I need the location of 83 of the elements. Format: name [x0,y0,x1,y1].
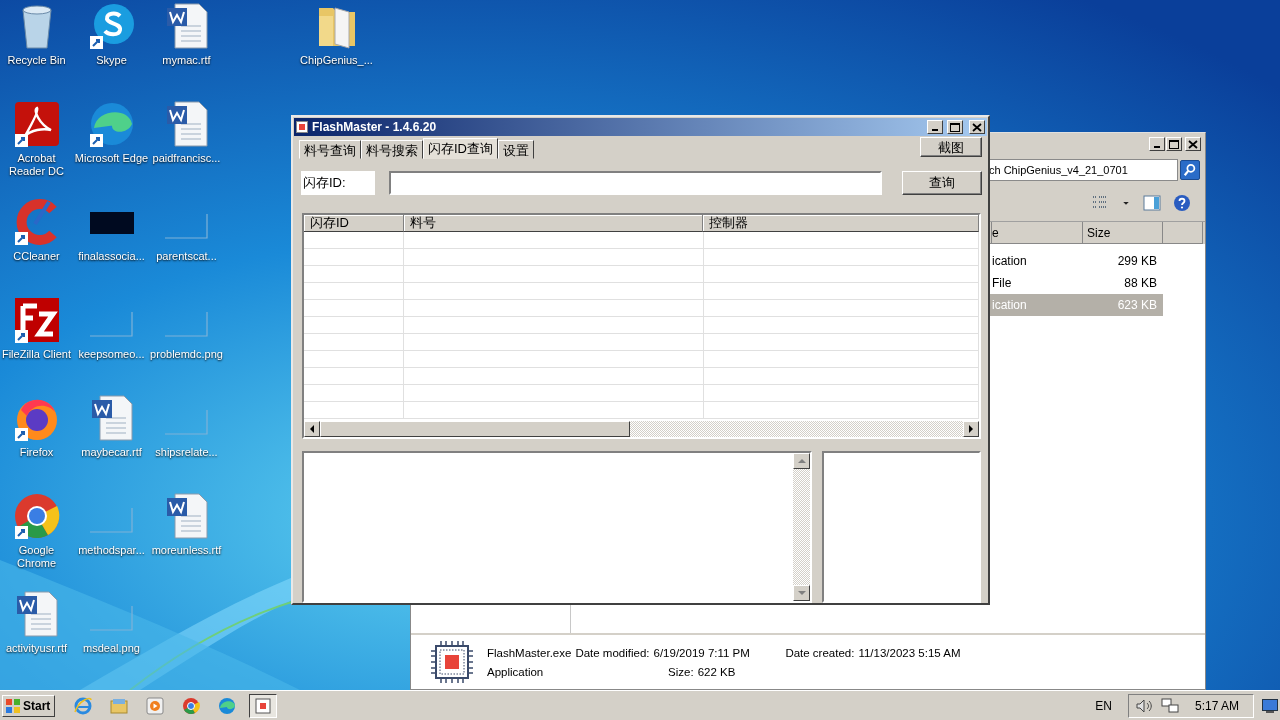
icon-label[interactable]: CCleaner [13,250,60,263]
help-icon[interactable] [1173,194,1191,212]
icon-label[interactable]: mymac.rtf [162,54,211,67]
column-header[interactable]: 控制器 [702,215,979,232]
horizontal-scrollbar[interactable] [304,421,979,437]
icon-label[interactable]: Microsoft Edge [74,152,149,165]
detail-value: 6/19/2019 7:11 PM [653,646,750,659]
detail-value: 11/13/2023 5:15 AM [858,646,961,659]
close-button[interactable] [969,120,985,134]
icon-label[interactable]: FileZilla Client [1,348,72,361]
skype-icon [87,2,136,50]
media-player-icon [145,695,166,716]
icon-label[interactable]: Skype [96,54,127,67]
column-header[interactable]: 料号 [403,215,703,232]
file-type: File [992,276,1013,290]
minimize-icon [1154,145,1160,148]
edge-icon [217,695,238,716]
minimize-button[interactable] [927,120,943,134]
icon-label[interactable]: paidfrancisc... [152,152,221,165]
search-field[interactable]: ch ChipGenius_v4_21_0701 [988,159,1178,181]
up-arrow-icon[interactable] [797,457,806,465]
tab[interactable]: 料号查询 [299,140,361,159]
tab[interactable]: 设置 [498,140,534,159]
id-input-field[interactable] [389,171,882,195]
close-icon [972,122,982,132]
close-icon [1188,139,1198,149]
file-type: Application [487,665,545,678]
icon-label[interactable]: keepsomeo... [78,348,145,361]
icon-label[interactable]: ChipGenius_... [300,54,373,67]
detail-label: Size: [668,665,694,678]
file-type: ication [992,298,1028,312]
app-icon [296,121,308,133]
vertical-scrollbar[interactable] [793,453,810,601]
network-icon[interactable] [1160,697,1179,714]
left-arrow-icon[interactable] [308,425,316,433]
down-arrow-icon[interactable] [797,589,806,597]
file-size: 88 KB [1123,276,1157,290]
internet-explorer-icon [73,695,94,716]
column-header[interactable]: Size [1083,222,1163,244]
right-arrow-icon[interactable] [967,425,975,433]
maximize-button[interactable] [947,120,963,134]
query-button[interactable]: 查询 [902,171,982,195]
file-size: 623 KB [1116,298,1157,312]
windows-logo-icon [5,697,21,714]
language-indicator[interactable]: EN [1095,698,1112,713]
tab[interactable]: 闪存ID查询 [423,138,498,159]
icon-label[interactable]: finalassocia... [78,250,145,263]
file-size: 299 KB [1116,254,1157,268]
icon-label[interactable]: Firefox [19,446,54,459]
field-label: 闪存ID: [301,171,375,195]
close-button[interactable] [1185,137,1201,151]
acrobat-icon [12,100,61,148]
file-row[interactable]: File 88 KB [992,272,1163,294]
start-button[interactable]: Start [2,694,56,717]
file-row[interactable]: ication 299 KB [992,250,1163,272]
show-desktop-icon[interactable] [1262,698,1278,713]
detail-label: Date created: [785,646,855,659]
icon-label[interactable]: Acrobat Reader DC [0,152,74,178]
chrome-icon [12,492,61,540]
taskbar-app[interactable] [249,693,278,718]
maximize-button[interactable] [1166,137,1182,151]
minimize-button[interactable] [1149,137,1165,151]
column-header[interactable]: e [992,222,1083,244]
window-title: FlashMaster - 1.4.6.20 [312,120,438,134]
icon-label[interactable]: Recycle Bin [7,54,66,67]
detail-value: 622 KB [697,665,736,678]
column-header[interactable]: 闪存ID [304,215,404,232]
edge-icon [87,100,136,148]
detail-label: Date modified: [575,646,650,659]
tab[interactable]: 料号搜索 [361,140,423,159]
maximize-icon [950,122,960,132]
maximize-icon [1169,139,1179,149]
search-button[interactable] [1180,160,1200,180]
preview-pane-icon[interactable] [1143,194,1161,212]
volume-icon[interactable] [1134,697,1153,714]
chrome-icon [181,695,202,716]
screenshot-button[interactable]: 截图 [920,137,982,157]
file-type: ication [992,254,1028,268]
filezilla-icon [12,296,61,344]
app-window-icon [253,695,274,716]
icon-label[interactable]: parentscat... [156,250,217,263]
file-name: FlashMaster.exe [487,646,573,659]
chip-icon [429,639,475,685]
